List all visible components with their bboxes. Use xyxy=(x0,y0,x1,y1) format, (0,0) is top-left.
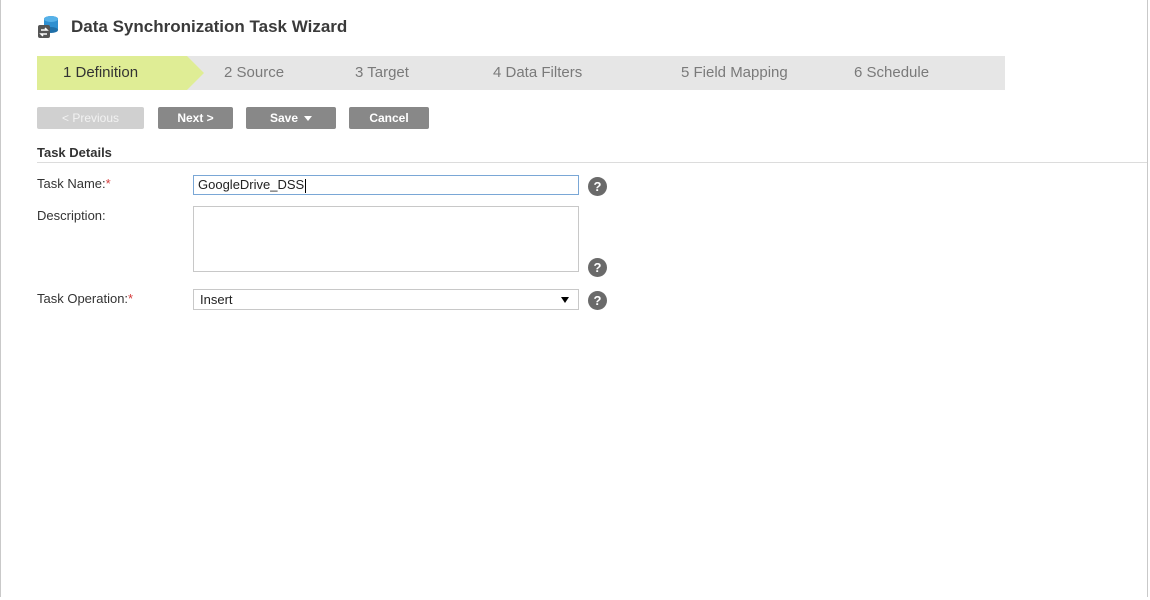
database-sync-icon xyxy=(37,15,59,39)
wizard-header: Data Synchronization Task Wizard xyxy=(37,12,347,42)
task-name-label-text: Task Name: xyxy=(37,176,106,191)
task-name-input[interactable]: GoogleDrive_DSS xyxy=(193,175,579,195)
help-icon[interactable]: ? xyxy=(588,291,607,310)
step-target[interactable]: 3 Target xyxy=(319,56,461,90)
step-source[interactable]: 2 Source xyxy=(187,56,319,90)
task-name-label: Task Name:* xyxy=(37,176,111,191)
help-icon[interactable]: ? xyxy=(588,258,607,277)
dropdown-arrow-icon xyxy=(561,297,569,303)
step-label: 1 Definition xyxy=(63,64,139,81)
section-title: Task Details xyxy=(37,145,112,160)
required-mark: * xyxy=(128,291,134,306)
help-icon[interactable]: ? xyxy=(588,177,607,196)
step-label: 2 Source xyxy=(224,64,285,81)
step-definition[interactable]: 1 Definition xyxy=(37,56,204,90)
wizard-steps: 1 Definition 2 Source 3 Target 4 Data Fi… xyxy=(37,56,1005,90)
step-field-mapping[interactable]: 5 Field Mapping xyxy=(651,56,845,90)
page-title: Data Synchronization Task Wizard xyxy=(71,17,348,36)
section-divider xyxy=(37,162,1147,163)
task-operation-label: Task Operation:* xyxy=(37,291,133,306)
required-mark: * xyxy=(105,176,111,191)
description-label: Description: xyxy=(37,208,106,223)
description-label-text: Description: xyxy=(37,208,106,223)
task-name-value: GoogleDrive_DSS xyxy=(198,177,305,192)
description-textarea[interactable] xyxy=(193,206,579,272)
save-button[interactable]: Save xyxy=(246,107,336,129)
save-button-label: Save xyxy=(269,111,299,125)
task-operation-label-text: Task Operation: xyxy=(37,291,129,306)
step-label: 3 Target xyxy=(355,64,409,81)
next-button[interactable]: Next > xyxy=(158,107,233,129)
text-cursor xyxy=(305,178,307,193)
task-operation-value: Insert xyxy=(200,292,233,307)
step-label: 4 Data Filters xyxy=(493,64,583,81)
step-schedule[interactable]: 6 Schedule xyxy=(845,56,1005,90)
task-operation-select[interactable]: Insert xyxy=(193,289,579,310)
chevron-down-icon xyxy=(304,116,313,122)
previous-button[interactable]: < Previous xyxy=(37,107,144,129)
step-label: 6 Schedule xyxy=(854,64,930,81)
step-data-filters[interactable]: 4 Data Filters xyxy=(461,56,651,90)
cancel-button[interactable]: Cancel xyxy=(349,107,429,129)
step-label: 5 Field Mapping xyxy=(681,64,788,81)
